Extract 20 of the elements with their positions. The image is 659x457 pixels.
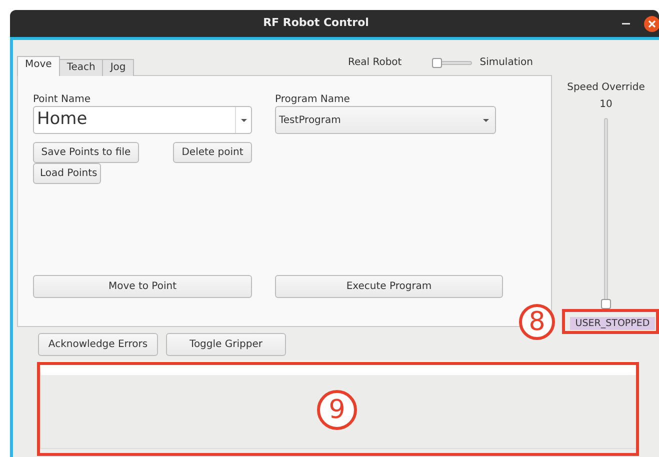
delete-point-button[interactable]: Delete point bbox=[173, 142, 252, 163]
tab[interactable]: Move bbox=[17, 56, 60, 76]
tab[interactable]: Jog bbox=[102, 59, 134, 76]
field-label: Program Name bbox=[275, 93, 351, 105]
load-points-button[interactable]: Load Points bbox=[33, 163, 101, 184]
window-title: RF Robot Control bbox=[263, 15, 369, 32]
toggle-gripper-button[interactable]: Toggle Gripper bbox=[166, 333, 286, 356]
switch-label: Real Robot bbox=[348, 56, 402, 70]
field-label: Point Name bbox=[33, 93, 92, 105]
point-name-combobox[interactable]: Home bbox=[33, 106, 252, 134]
acknowledge-errors-button[interactable]: Acknowledge Errors bbox=[38, 333, 158, 356]
tab[interactable]: Teach bbox=[58, 59, 104, 76]
save-points-button[interactable]: Save Points to file bbox=[33, 142, 139, 163]
speed-value: 10 bbox=[600, 98, 612, 112]
execute-program-button[interactable]: Execute Program bbox=[275, 275, 503, 298]
speed-override-label: Speed Override bbox=[567, 81, 645, 95]
program-name-combobox[interactable]: TestProgram bbox=[275, 106, 496, 134]
status-label: USER_STOPPED bbox=[570, 317, 655, 330]
switch-label: Simulation bbox=[480, 56, 533, 70]
move-to-point-button[interactable]: Move to Point bbox=[33, 275, 252, 298]
